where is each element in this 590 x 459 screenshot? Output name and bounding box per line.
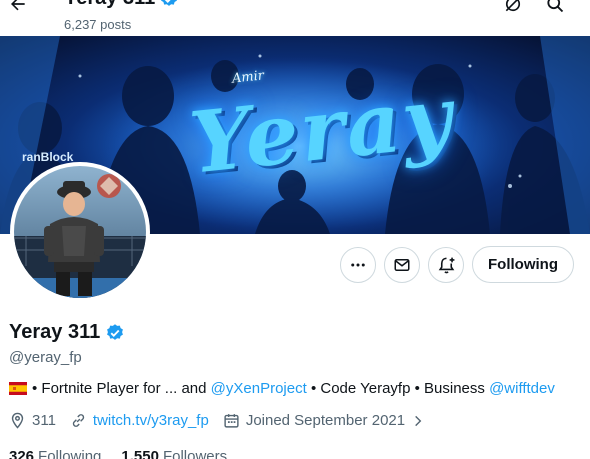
- more-icon: [351, 263, 365, 267]
- meta-website: twitch.tv/y3ray_fp: [70, 412, 209, 429]
- followers-label: Followers: [162, 448, 228, 459]
- following-stat[interactable]: 326 Following: [9, 448, 101, 459]
- meta-joined[interactable]: Joined September 2021: [223, 412, 425, 429]
- calendar-icon: [224, 414, 239, 428]
- search-button[interactable]: [542, 0, 568, 17]
- back-button[interactable]: [4, 0, 32, 18]
- notifications-button[interactable]: [428, 247, 464, 283]
- profile-name-group: Yeray 311: [9, 321, 125, 344]
- bell-plus-icon: [438, 257, 454, 273]
- following-count: 326: [9, 448, 35, 459]
- message-button[interactable]: [384, 247, 420, 283]
- top-bar: Yeray 311 6,237 posts: [0, 0, 590, 36]
- posts-count: 6,237 posts: [64, 17, 132, 32]
- avatar-image: [14, 166, 146, 298]
- joined-text: Joined September 2021: [245, 412, 406, 429]
- bio-text-1: • Fortnite Player for ... and: [32, 380, 211, 397]
- link-icon: [72, 414, 85, 427]
- chevron-right-icon: [415, 415, 422, 426]
- more-button[interactable]: [340, 247, 376, 283]
- header-title-group: Yeray 311: [64, 0, 179, 10]
- profile-bio: • Fortnite Player for ... and @yXenProje…: [9, 380, 555, 397]
- location-text: 311: [32, 412, 56, 429]
- followers-stat[interactable]: 1,550 Followers: [121, 448, 227, 459]
- search-icon: [547, 0, 564, 13]
- envelope-icon: [394, 259, 410, 271]
- arrow-left-icon: [11, 0, 25, 11]
- following-label: Following: [38, 448, 102, 459]
- grok-button[interactable]: [500, 0, 526, 17]
- verified-badge-icon[interactable]: [105, 323, 125, 343]
- profile-handle: @yeray_fp: [9, 349, 82, 366]
- bio-mention-yxenproject[interactable]: @yXenProject: [211, 380, 307, 397]
- verified-badge-icon: [161, 0, 178, 6]
- bio-mention-wifftdev[interactable]: @wifftdev: [489, 380, 555, 397]
- followers-count: 1,550: [121, 448, 159, 459]
- bio-text-2: • Code Yerayfp • Business: [306, 380, 490, 397]
- meta-location: 311: [9, 412, 56, 429]
- profile-meta: 311 twitch.tv/y3ray_fp Joined September …: [9, 412, 439, 429]
- profile-name: Yeray 311: [9, 321, 101, 343]
- following-button[interactable]: Following: [472, 246, 574, 283]
- profile-stats: 326 Following 1,550 Followers: [9, 448, 227, 459]
- website-link[interactable]: twitch.tv/y3ray_fp: [93, 412, 209, 429]
- grok-icon: [505, 0, 521, 12]
- avatar[interactable]: [10, 162, 150, 302]
- location-pin-icon: [11, 412, 24, 429]
- banner-corner-text: ranBlock: [22, 150, 74, 164]
- spain-flag-icon: [9, 382, 27, 395]
- header-title: Yeray 311: [64, 0, 155, 10]
